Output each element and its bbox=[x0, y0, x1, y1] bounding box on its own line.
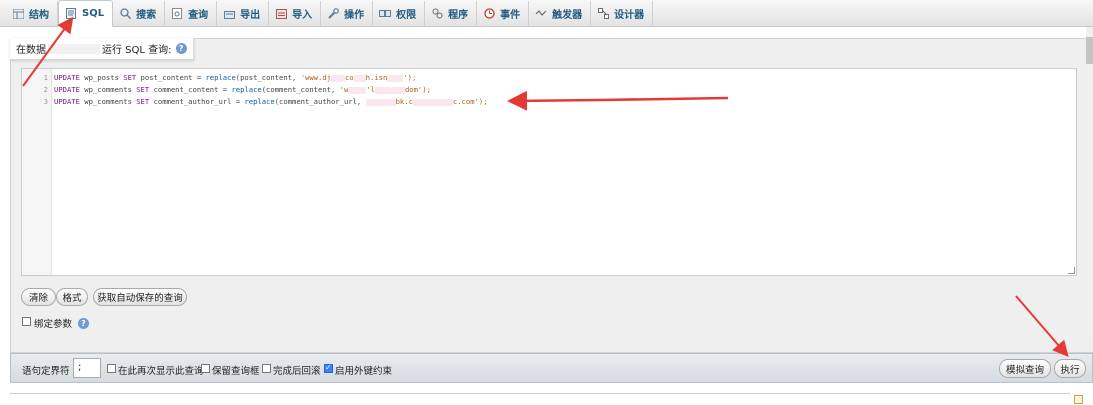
line-number: 3 bbox=[43, 97, 48, 106]
format-button[interactable]: 格式 bbox=[56, 288, 88, 306]
line-number-gutter: 1 2 3 bbox=[22, 69, 52, 275]
fk-checks-label: 启用外键约束 bbox=[335, 366, 393, 377]
help-icon[interactable]: ? bbox=[175, 43, 187, 54]
bind-params-label: 绑定参数 bbox=[34, 319, 73, 330]
redacted-text bbox=[353, 74, 366, 82]
tab-routines[interactable]: 程序 bbox=[425, 1, 478, 26]
events-icon bbox=[483, 8, 495, 20]
export-icon bbox=[223, 8, 235, 20]
redacted-text bbox=[387, 74, 404, 82]
wrench-icon bbox=[327, 8, 339, 20]
rollback-label: 完成后回滚 bbox=[273, 366, 321, 377]
fk-checks-checkbox[interactable] bbox=[324, 363, 333, 373]
redacted-text bbox=[412, 98, 453, 106]
redacted-text bbox=[348, 86, 367, 94]
search-icon bbox=[119, 8, 131, 20]
bind-params-checkbox[interactable] bbox=[22, 317, 31, 326]
redacted-text bbox=[374, 86, 405, 94]
scrollbar-thumb[interactable] bbox=[1086, 37, 1093, 64]
redacted-text bbox=[365, 98, 396, 106]
sql-icon bbox=[65, 8, 77, 20]
tab-search[interactable]: 搜索 bbox=[113, 1, 166, 26]
tab-structure[interactable]: 结构 bbox=[6, 1, 58, 26]
redacted-database-name bbox=[48, 43, 100, 54]
import-icon bbox=[275, 8, 287, 20]
show-again-checkbox[interactable] bbox=[107, 364, 116, 373]
tab-privileges[interactable]: 权限 bbox=[373, 1, 426, 26]
show-again-label: 在此再次显示此查询 bbox=[118, 366, 204, 377]
line-number: 2 bbox=[43, 85, 48, 94]
delimiter-input[interactable]: ; bbox=[73, 358, 101, 378]
privileges-icon bbox=[379, 8, 392, 20]
panel-title: 在数据 运行 SQL 查询: ? bbox=[10, 38, 194, 60]
tab-events[interactable]: 事件 bbox=[477, 1, 530, 26]
code-line: UPDATE wp_comments SET comment_author_ur… bbox=[54, 97, 488, 106]
structure-icon bbox=[12, 8, 24, 20]
clear-button[interactable]: 清除 bbox=[21, 288, 56, 306]
routines-icon bbox=[431, 8, 443, 20]
tab-sql[interactable]: SQL bbox=[58, 0, 114, 27]
tab-triggers[interactable]: 触发器 bbox=[529, 1, 592, 26]
redacted-text bbox=[331, 74, 345, 82]
delimiter-label: 语句定界符 bbox=[22, 366, 70, 377]
go-button[interactable]: 执行 bbox=[1054, 359, 1086, 378]
line-number: 1 bbox=[43, 73, 48, 82]
sql-editor[interactable]: 1 2 3 UPDATE wp_posts SET post_content =… bbox=[21, 68, 1077, 276]
code-line: UPDATE wp_posts SET post_content = repla… bbox=[54, 73, 417, 82]
console-icon[interactable] bbox=[1074, 395, 1083, 404]
rollback-checkbox[interactable] bbox=[262, 364, 271, 373]
tab-query[interactable]: 查询 bbox=[165, 1, 218, 26]
phpmyadmin-sql-page: 结构 SQL 搜索 查询 导出 导入 操作 权限 程序 事件 触发器 设计器 在… bbox=[0, 0, 1093, 405]
get-autosaved-query-button[interactable]: 获取自动保存的查询 bbox=[93, 288, 187, 306]
query-options-bar: 语句定界符 ; 在此再次显示此查询 保留查询框 完成后回滚 启用外键约束 模拟查… bbox=[10, 353, 1093, 383]
tab-operations[interactable]: 操作 bbox=[321, 1, 374, 26]
code-line: UPDATE wp_comments SET comment_content =… bbox=[54, 85, 431, 94]
simulate-query-button[interactable]: 模拟查询 bbox=[999, 359, 1051, 378]
query-icon bbox=[171, 8, 183, 20]
retain-query-box-checkbox[interactable] bbox=[201, 364, 210, 373]
triggers-icon bbox=[535, 8, 547, 20]
tab-export[interactable]: 导出 bbox=[217, 1, 270, 26]
designer-icon bbox=[597, 8, 609, 20]
help-icon[interactable]: ? bbox=[78, 318, 89, 329]
tab-bar: 结构 SQL 搜索 查询 导出 导入 操作 权限 程序 事件 触发器 设计器 bbox=[0, 0, 1093, 27]
divider bbox=[10, 393, 1070, 394]
tab-import[interactable]: 导入 bbox=[269, 1, 322, 26]
resize-handle[interactable] bbox=[1068, 267, 1075, 274]
tab-designer[interactable]: 设计器 bbox=[591, 1, 654, 26]
retain-query-box-label: 保留查询框 bbox=[212, 366, 260, 377]
page-scrollbar[interactable] bbox=[1086, 27, 1093, 337]
